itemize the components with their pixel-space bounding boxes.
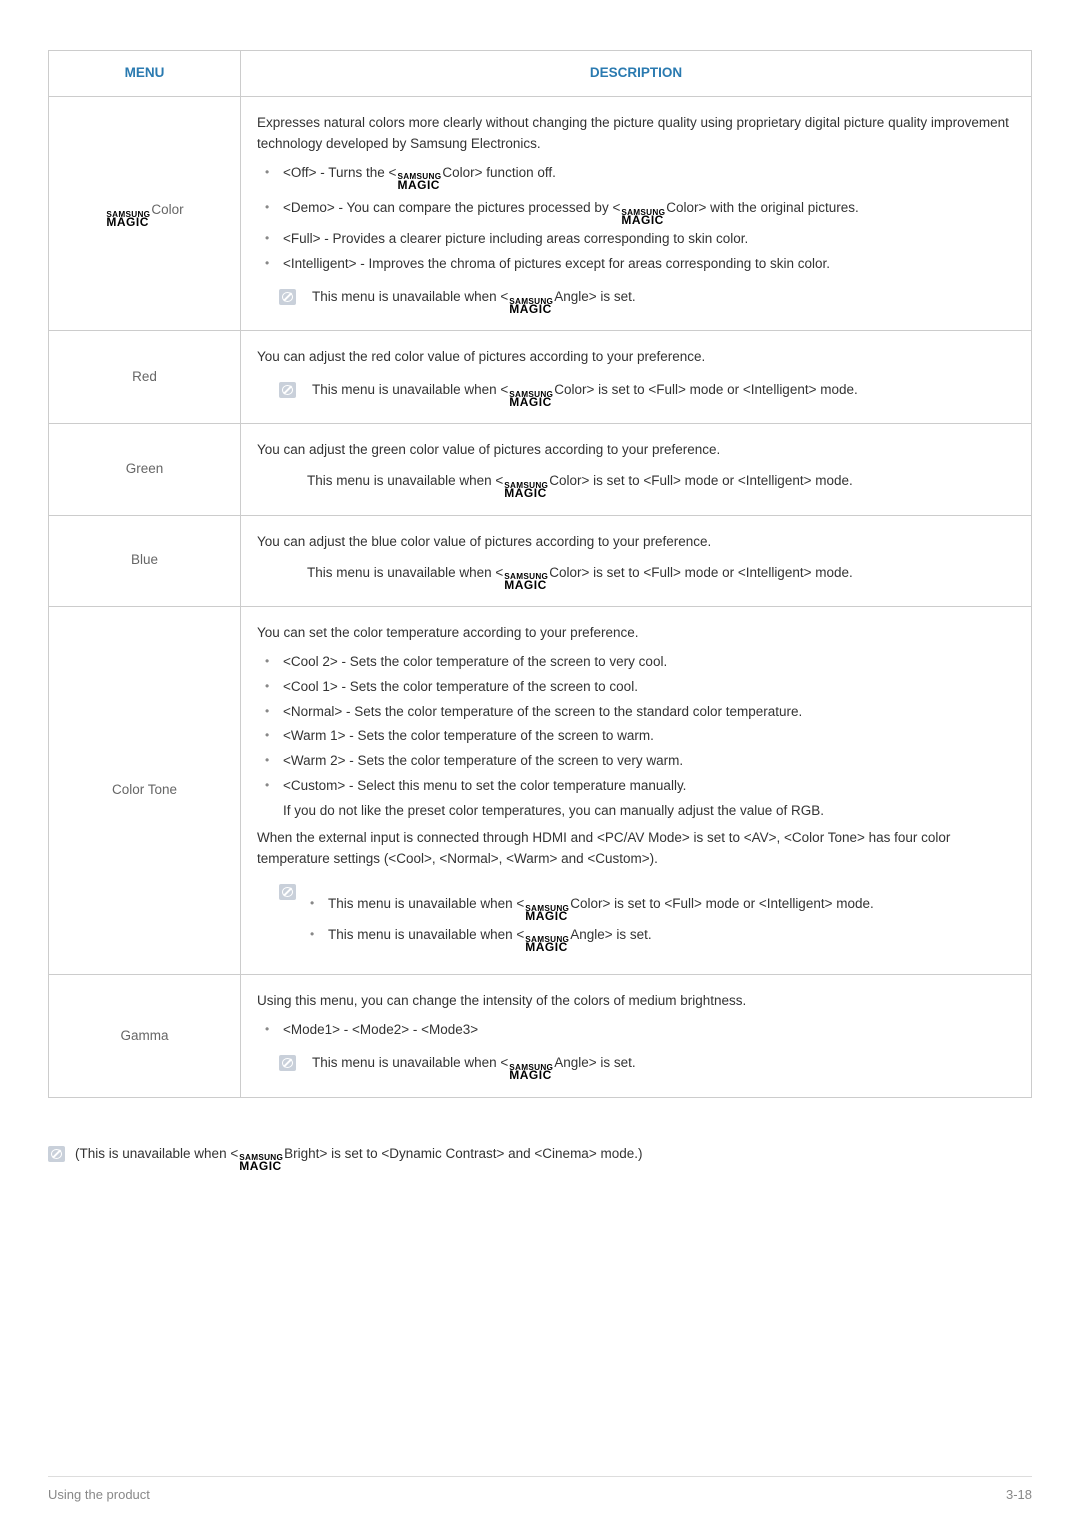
table-row: Color Tone You can set the color tempera…	[49, 606, 1032, 975]
samsung-magic-logo: SAMSUNGMAGIC	[504, 483, 548, 499]
list-item: <Off> - Turns the <SAMSUNGMAGICColor> fu…	[261, 163, 1015, 190]
list-item: <Cool 1> - Sets the color temperature of…	[261, 677, 1015, 698]
description-cell: Using this menu, you can change the inte…	[241, 975, 1032, 1097]
menu-cell-blue: Blue	[49, 515, 241, 606]
row4-intro: You can set the color temperature accord…	[257, 623, 1015, 644]
list-item: <Full> - Provides a clearer picture incl…	[261, 229, 1015, 250]
header-menu: MENU	[49, 51, 241, 97]
header-description: DESCRIPTION	[241, 51, 1032, 97]
list-item: This menu is unavailable when <SAMSUNGMA…	[306, 925, 874, 952]
list-item: <Cool 2> - Sets the color temperature of…	[261, 652, 1015, 673]
samsung-magic-logo: SAMSUNGMAGIC	[397, 174, 441, 190]
row4-subnotes: This menu is unavailable when <SAMSUNGMA…	[306, 890, 874, 956]
note-icon	[279, 289, 296, 305]
row3-note: This menu is unavailable when <SAMSUNGMA…	[307, 563, 1015, 590]
row4-subnote-wrap: This menu is unavailable when <SAMSUNGMA…	[279, 882, 1015, 958]
table-row: Gamma Using this menu, you can change th…	[49, 975, 1032, 1097]
row4-para: When the external input is connected thr…	[257, 828, 1015, 870]
row4-bullets: <Cool 2> - Sets the color temperature of…	[261, 652, 1015, 822]
page-footer: Using the product 3-18	[48, 1476, 1032, 1505]
list-item: <Custom> - Select this menu to set the c…	[261, 776, 1015, 822]
menu-label: Color	[151, 202, 183, 217]
list-item: <Warm 2> - Sets the color temperature of…	[261, 751, 1015, 772]
note-icon	[279, 884, 296, 900]
samsung-magic-logo: SAMSUNGMAGIC	[621, 210, 665, 226]
samsung-magic-logo: SAMSUNGMAGIC	[106, 212, 150, 228]
list-item: This menu is unavailable when <SAMSUNGMA…	[306, 894, 874, 921]
row1-note: This menu is unavailable when <SAMSUNGMA…	[279, 380, 1015, 407]
note-icon	[279, 1055, 296, 1071]
menu-cell-green: Green	[49, 424, 241, 515]
samsung-magic-logo: SAMSUNGMAGIC	[509, 1065, 553, 1081]
note-icon	[279, 382, 296, 398]
samsung-magic-logo: SAMSUNGMAGIC	[509, 392, 553, 408]
custom-subtext: If you do not like the preset color temp…	[283, 801, 1015, 822]
menu-cell-magic-color: SAMSUNGMAGICColor	[49, 96, 241, 330]
row2-note: This menu is unavailable when <SAMSUNGMA…	[307, 471, 1015, 498]
description-cell: You can set the color temperature accord…	[241, 606, 1032, 975]
row5-intro: Using this menu, you can change the inte…	[257, 991, 1015, 1012]
description-cell: You can adjust the red color value of pi…	[241, 331, 1032, 424]
page-bottom-note: (This is unavailable when <SAMSUNGMAGICB…	[48, 1144, 1032, 1171]
menu-cell-red: Red	[49, 331, 241, 424]
description-cell: You can adjust the blue color value of p…	[241, 515, 1032, 606]
description-cell: Expresses natural colors more clearly wi…	[241, 96, 1032, 330]
list-item: <Mode1> - <Mode2> - <Mode3>	[261, 1020, 1015, 1041]
row5-bullets: <Mode1> - <Mode2> - <Mode3>	[261, 1020, 1015, 1041]
table-row: SAMSUNGMAGICColor Expresses natural colo…	[49, 96, 1032, 330]
row0-bullets-a: <Off> - Turns the <SAMSUNGMAGICColor> fu…	[261, 163, 1015, 190]
row3-intro: You can adjust the blue color value of p…	[257, 532, 1015, 553]
list-item: <Intelligent> - Improves the chroma of p…	[261, 254, 1015, 275]
row0-bullets-b: <Demo> - You can compare the pictures pr…	[261, 198, 1015, 275]
samsung-magic-logo: SAMSUNGMAGIC	[525, 906, 569, 922]
table-row: Green You can adjust the green color val…	[49, 424, 1032, 515]
menu-cell-color-tone: Color Tone	[49, 606, 241, 975]
samsung-magic-logo: SAMSUNGMAGIC	[509, 299, 553, 315]
row0-note: This menu is unavailable when <SAMSUNGMA…	[279, 287, 1015, 314]
note-icon	[48, 1146, 65, 1162]
row5-note: This menu is unavailable when <SAMSUNGMA…	[279, 1053, 1015, 1080]
samsung-magic-logo: SAMSUNGMAGIC	[525, 937, 569, 953]
row0-intro: Expresses natural colors more clearly wi…	[257, 113, 1015, 155]
list-item: <Demo> - You can compare the pictures pr…	[261, 198, 1015, 225]
list-item: <Normal> - Sets the color temperature of…	[261, 702, 1015, 723]
samsung-magic-logo: SAMSUNGMAGIC	[239, 1155, 283, 1171]
samsung-magic-logo: SAMSUNGMAGIC	[504, 574, 548, 590]
list-item: <Warm 1> - Sets the color temperature of…	[261, 726, 1015, 747]
table-row: Red You can adjust the red color value o…	[49, 331, 1032, 424]
menu-cell-gamma: Gamma	[49, 975, 241, 1097]
description-cell: You can adjust the green color value of …	[241, 424, 1032, 515]
row1-intro: You can adjust the red color value of pi…	[257, 347, 1015, 368]
footer-right: 3-18	[1006, 1485, 1032, 1505]
footer-left: Using the product	[48, 1485, 150, 1505]
settings-table: MENU DESCRIPTION SAMSUNGMAGICColor Expre…	[48, 50, 1032, 1098]
table-row: Blue You can adjust the blue color value…	[49, 515, 1032, 606]
row2-intro: You can adjust the green color value of …	[257, 440, 1015, 461]
